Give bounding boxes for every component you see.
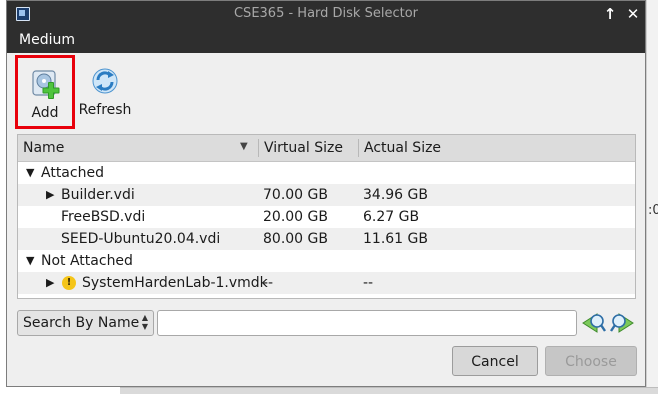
refresh-button-label: Refresh [78, 102, 132, 118]
group-row-not-attached[interactable]: ▼ Not Attached [18, 250, 635, 272]
disk-name: FreeBSD.vdi [61, 209, 146, 225]
column-divider[interactable] [258, 139, 259, 157]
keep-above-icon[interactable]: ↑ [601, 4, 619, 24]
choose-button[interactable]: Choose [545, 346, 637, 376]
close-icon[interactable]: ✕ [624, 4, 642, 24]
disk-name: SystemHardenLab-1.vmdk [82, 275, 268, 291]
spin-arrows-icon: ▲ ▼ [141, 313, 148, 331]
group-label: Attached [41, 165, 104, 181]
find-next-icon[interactable] [609, 311, 635, 335]
cancel-button[interactable]: Cancel [452, 346, 538, 376]
virtual-size: 20.00 GB [263, 209, 328, 225]
background-window-edge [646, 0, 658, 393]
expand-arrow-icon[interactable]: ▼ [26, 250, 34, 272]
column-virtual-size[interactable]: Virtual Size [264, 135, 343, 161]
warning-icon: ! [62, 276, 76, 290]
medium-tree[interactable]: Name ▼ Virtual Size Actual Size ▼ Attach… [17, 134, 636, 299]
expand-arrow-icon[interactable]: ▼ [26, 162, 34, 184]
column-name[interactable]: Name [23, 135, 64, 161]
virtual-size: 70.00 GB [263, 187, 328, 203]
virtual-size: 80.00 GB [263, 231, 328, 247]
table-row[interactable]: FreeBSD.vdi 20.00 GB 6.27 GB [18, 206, 635, 228]
search-mode-select[interactable]: Search By Name ▲ ▼ [17, 310, 154, 336]
column-divider[interactable] [358, 139, 359, 157]
add-button-label: Add [31, 105, 59, 121]
table-row[interactable]: SEED-Ubuntu20.04.vdi 80.00 GB 11.61 GB [18, 228, 635, 250]
actual-size: 34.96 GB [363, 187, 428, 203]
expand-arrow-icon[interactable]: ▶ [46, 184, 54, 206]
search-input[interactable] [157, 310, 577, 336]
actual-size: 6.27 GB [363, 209, 420, 225]
virtual-size: -- [263, 275, 274, 291]
actual-size: 11.61 GB [363, 231, 428, 247]
toolbar: Add Refresh [7, 53, 645, 131]
group-label: Not Attached [41, 253, 133, 269]
background-text: :0 [648, 203, 658, 218]
refresh-button[interactable]: Refresh [77, 55, 133, 129]
column-actual-size[interactable]: Actual Size [364, 135, 441, 161]
add-disk-icon [32, 70, 60, 99]
table-header: Name ▼ Virtual Size Actual Size [18, 135, 635, 162]
disk-name: Builder.vdi [61, 187, 135, 203]
menu-medium[interactable]: Medium [19, 27, 75, 53]
table-row[interactable]: ▶ ! SystemHardenLab-1.vmdk -- -- [18, 272, 635, 294]
search-bar: Search By Name ▲ ▼ [17, 310, 636, 336]
table-row[interactable]: ▶ Builder.vdi 70.00 GB 34.96 GB [18, 184, 635, 206]
search-mode-value: Search By Name [23, 315, 140, 331]
refresh-icon [92, 68, 118, 94]
menu-bar: Medium [7, 27, 645, 53]
hard-disk-selector-dialog: CSE365 - Hard Disk Selector ↑ ✕ Medium A… [6, 0, 646, 387]
actual-size: -- [363, 275, 374, 291]
disk-name: SEED-Ubuntu20.04.vdi [61, 231, 221, 247]
add-button[interactable]: Add [15, 55, 75, 129]
sort-indicator-icon: ▼ [240, 141, 248, 152]
find-previous-icon[interactable] [581, 311, 607, 335]
title-bar[interactable]: CSE365 - Hard Disk Selector ↑ ✕ [7, 1, 645, 27]
window-title: CSE365 - Hard Disk Selector [233, 6, 418, 21]
expand-arrow-icon[interactable]: ▶ [46, 272, 54, 294]
group-row-attached[interactable]: ▼ Attached [18, 162, 635, 184]
